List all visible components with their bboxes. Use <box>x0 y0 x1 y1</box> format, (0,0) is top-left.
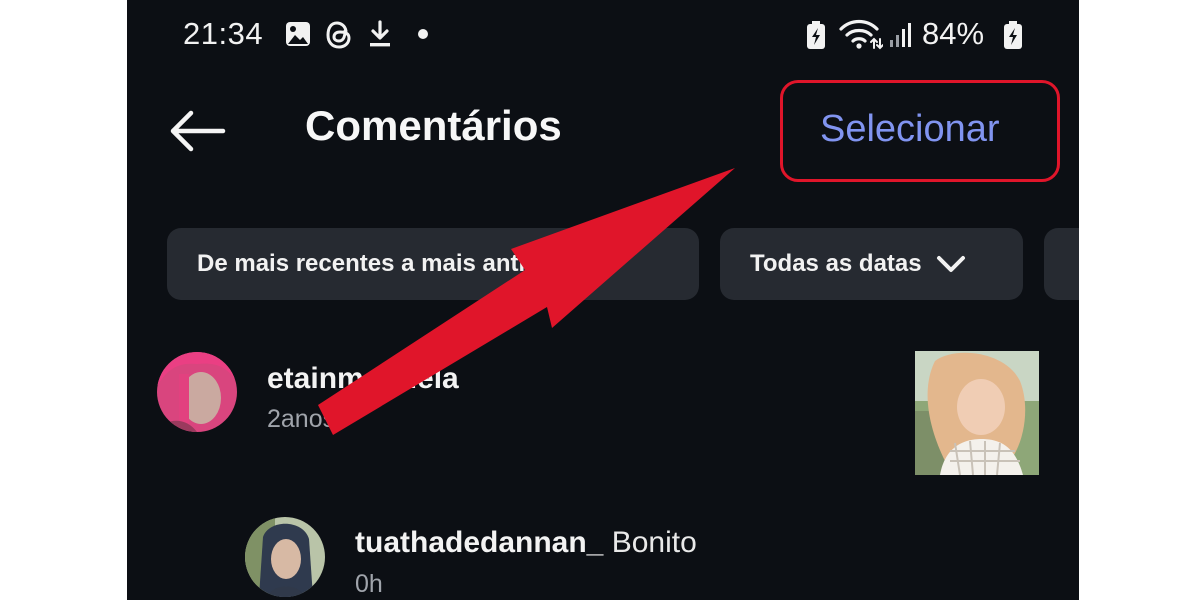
phone-screen: 21:34 84% Comentários Selecionar De mais… <box>127 0 1079 600</box>
comment-timestamp: 2anos <box>267 405 336 433</box>
avatar[interactable] <box>157 352 237 432</box>
battery-charging-icon <box>1004 21 1022 49</box>
status-bar: 21:34 84% <box>127 0 1079 70</box>
post-thumbnail[interactable] <box>915 351 1039 475</box>
chevron-down-icon <box>936 254 966 274</box>
sort-filter-label: De mais recentes a mais antigos <box>197 250 568 277</box>
dot-icon <box>418 29 428 39</box>
battery-percent: 84% <box>922 16 985 51</box>
threads-icon <box>326 21 351 49</box>
more-filter-chip[interactable] <box>1044 228 1079 300</box>
reply-username[interactable]: tuathadedannan_ <box>355 526 603 559</box>
wifi-icon <box>839 19 883 50</box>
sort-filter-chip[interactable]: De mais recentes a mais antigos <box>167 228 699 300</box>
gallery-icon <box>286 22 310 46</box>
chevron-down-icon <box>582 254 612 274</box>
reply-line: tuathadedannan_ Bonito <box>355 526 697 560</box>
status-time: 21:34 <box>183 16 264 51</box>
back-button[interactable] <box>167 108 227 154</box>
annotation-highlight-box <box>780 80 1060 182</box>
reply-text: Bonito <box>611 526 697 559</box>
battery-saver-icon <box>807 21 825 49</box>
arrow-left-icon <box>170 110 226 152</box>
download-icon <box>370 20 390 47</box>
avatar[interactable] <box>245 517 325 597</box>
date-filter-label: Todas as datas <box>750 250 922 277</box>
page-title: Comentários <box>305 102 562 149</box>
signal-icon <box>890 23 911 47</box>
reply-timestamp: 0h <box>355 570 383 598</box>
comment-username[interactable]: etainmanuela <box>267 362 459 396</box>
date-filter-chip[interactable]: Todas as datas <box>720 228 1023 300</box>
